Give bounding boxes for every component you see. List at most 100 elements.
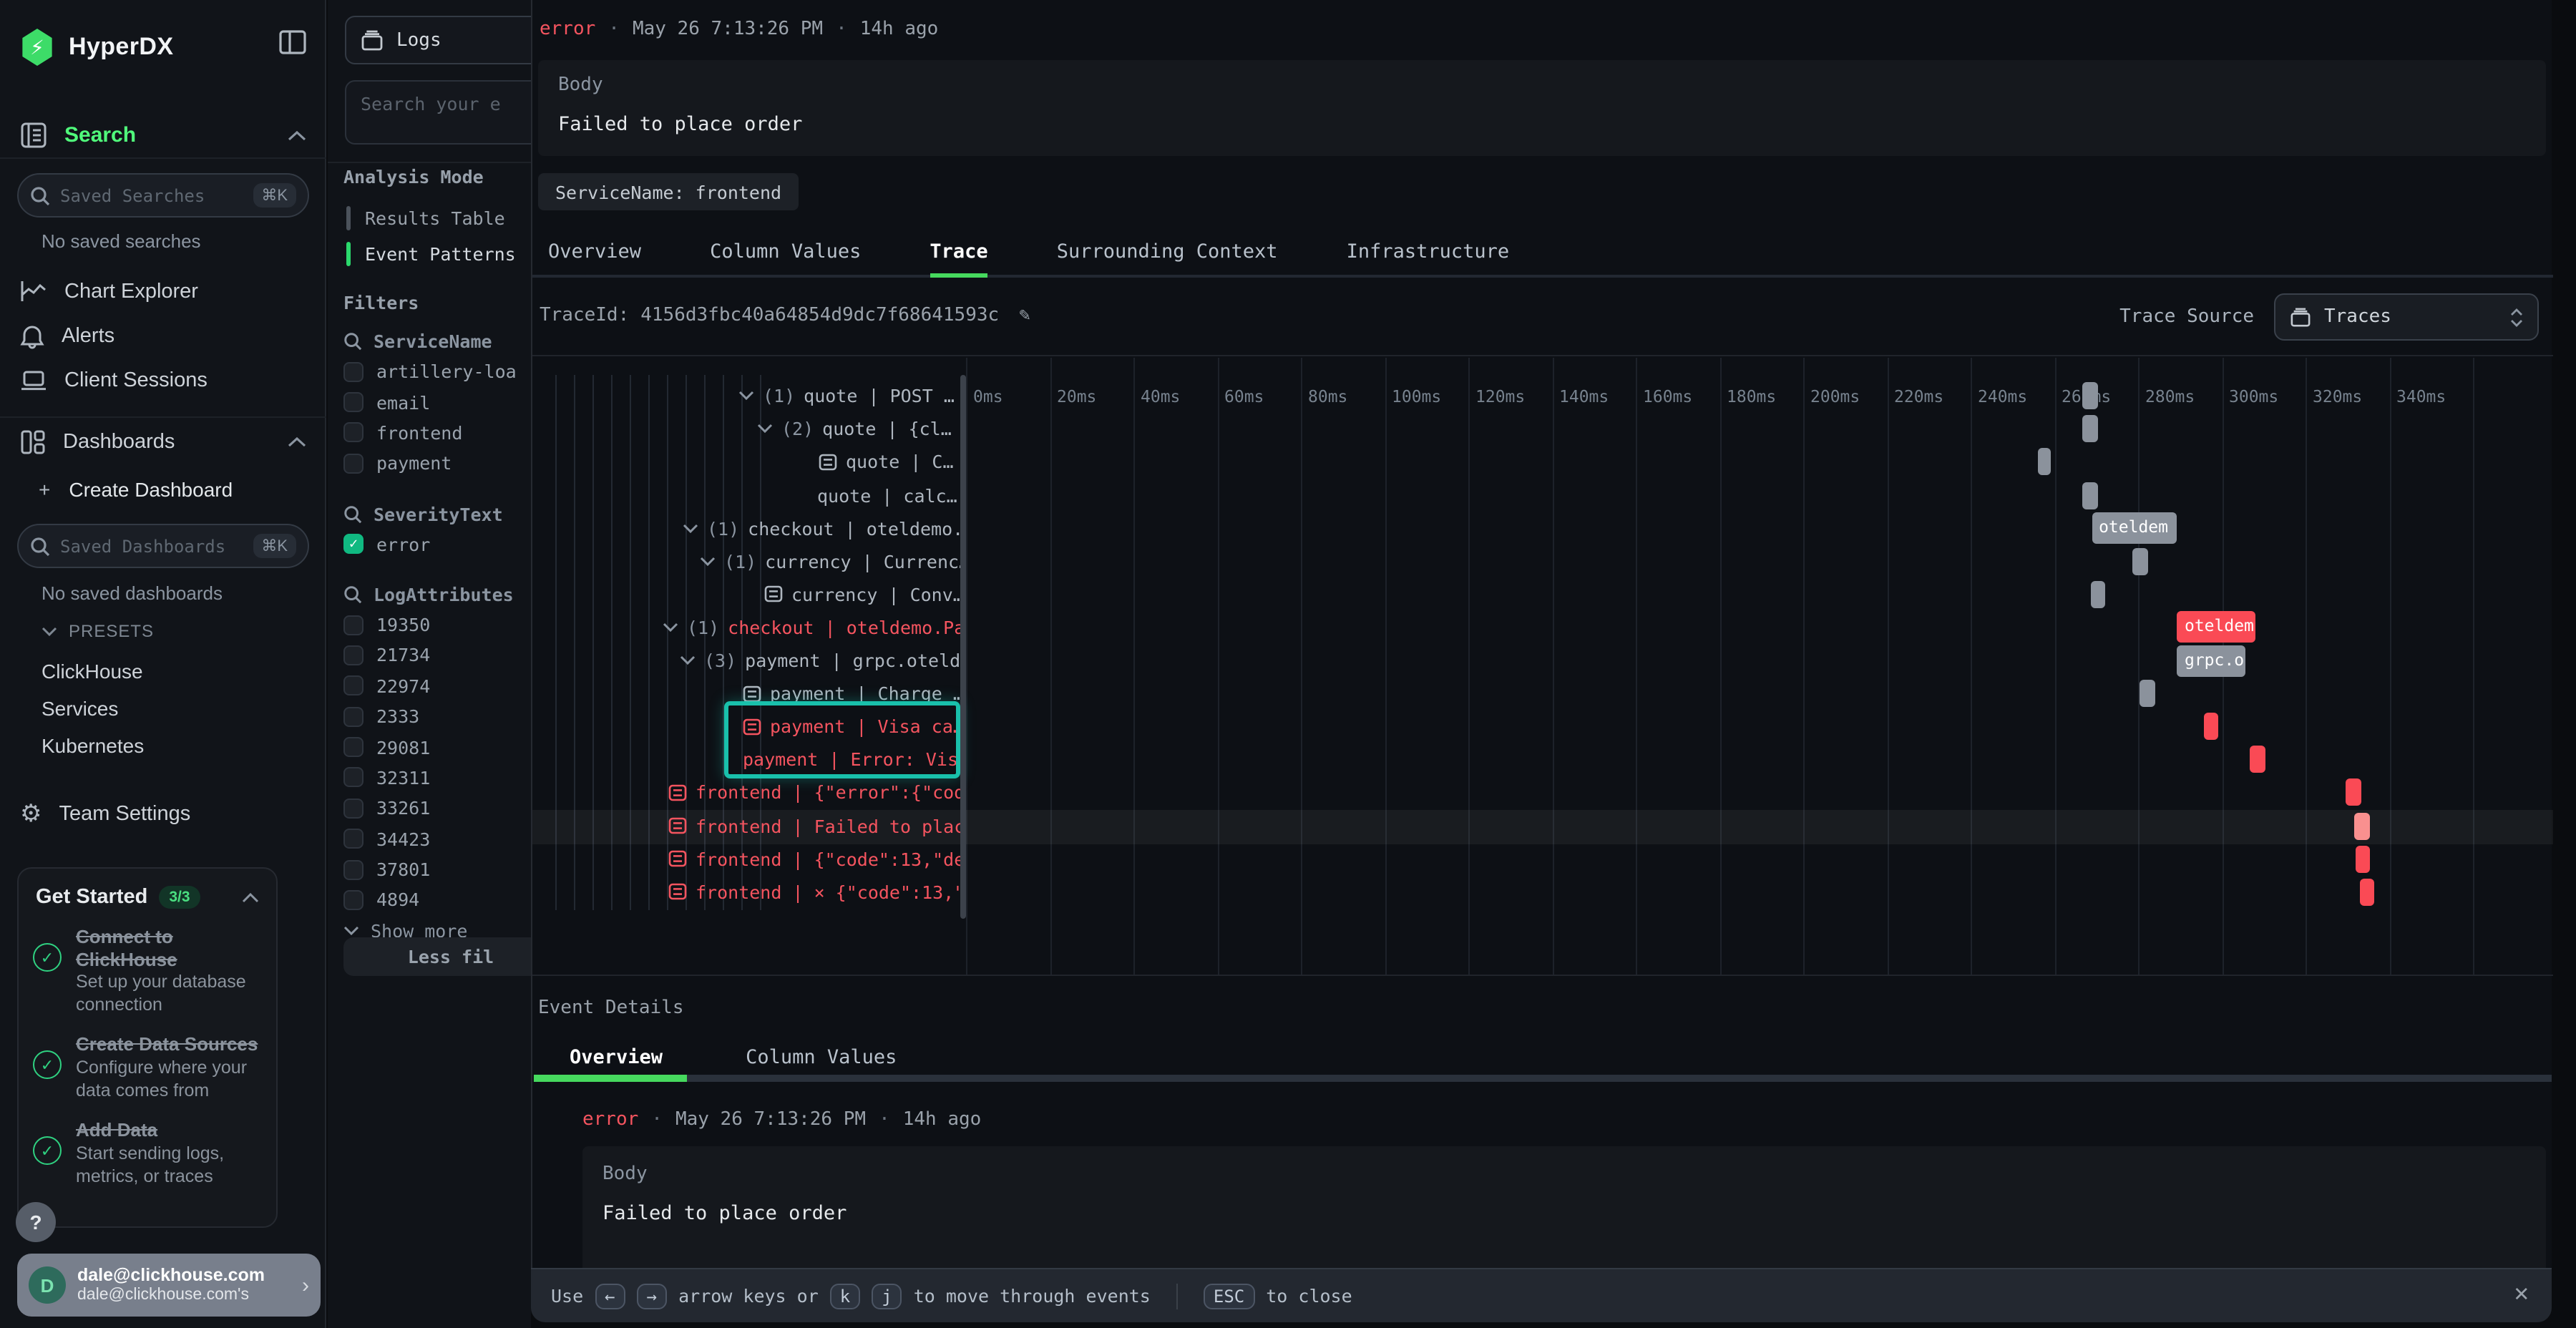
span-bar[interactable] [2132, 547, 2148, 575]
get-started-header[interactable]: Get Started 3/3 [19, 869, 276, 914]
span-bar[interactable] [2360, 878, 2374, 905]
span-bar[interactable] [2203, 713, 2219, 740]
user-menu[interactable]: D dale@clickhouse.com dale@clickhouse.co… [17, 1254, 321, 1317]
span-row[interactable]: (1)checkout | oteldemo.Pa… [532, 611, 965, 644]
span-row[interactable]: (1)quote | POST … [532, 379, 965, 412]
checkbox[interactable] [343, 361, 364, 381]
filter-option-artillery-loa[interactable]: artillery-loa [343, 356, 531, 387]
span-row[interactable]: frontend | Failed to place… [532, 809, 965, 842]
tree-scrollbar[interactable] [960, 375, 966, 919]
span-bar[interactable] [2355, 845, 2370, 872]
search-query-input[interactable]: Search your e [345, 80, 560, 145]
saved-searches-input[interactable]: Saved Searches ⌘K [17, 173, 309, 218]
filter-option-22974[interactable]: 22974 [343, 670, 531, 701]
span-row[interactable]: frontend | × {"code":13,"d… [532, 875, 965, 908]
key-k[interactable]: k [830, 1283, 860, 1309]
service-name-tag[interactable]: ServiceName: frontend [538, 173, 799, 210]
span-row[interactable]: quote | calc… [532, 479, 965, 512]
span-row[interactable]: frontend | {"error":{"code… [532, 776, 965, 809]
chevron-down-icon[interactable] [700, 556, 716, 566]
filter-option-34423[interactable]: 34423 [343, 824, 531, 854]
checkbox[interactable] [343, 829, 364, 849]
span-bar[interactable] [2354, 812, 2370, 839]
tab-surrounding-context[interactable]: Surrounding Context [1057, 229, 1278, 275]
key-arrow-left[interactable]: ← [595, 1283, 625, 1309]
filter-option-21734[interactable]: 21734 [343, 640, 531, 671]
filter-option-32311[interactable]: 32311 [343, 763, 531, 794]
trace-source-select[interactable]: Traces [2274, 293, 2539, 341]
sidebar-item-search[interactable]: Search [0, 112, 326, 159]
tab-infrastructure[interactable]: Infrastructure [1347, 229, 1510, 275]
sidebar-item-chart-explorer[interactable]: Chart Explorer [0, 269, 326, 313]
event-details-tab-overview[interactable]: Overview [570, 1039, 663, 1076]
checkbox[interactable] [343, 676, 364, 696]
span-bar[interactable]: oteldem [2092, 512, 2176, 544]
checkbox[interactable] [343, 768, 364, 788]
get-started-item[interactable]: ✓Create Data SourcesConfigure where your… [19, 1022, 276, 1108]
filter-option-19350[interactable]: 19350 [343, 610, 531, 640]
chevron-up-icon[interactable] [242, 892, 259, 902]
filter-option-email[interactable]: email [343, 387, 531, 418]
chevron-down-icon[interactable] [738, 391, 754, 401]
span-bar[interactable] [2082, 416, 2097, 443]
span-row[interactable]: currency | Conv… [532, 578, 965, 611]
span-row[interactable]: quote | C… [532, 446, 965, 479]
checkbox[interactable] [343, 423, 364, 443]
span-row[interactable]: frontend | {"code":13,"det… [532, 842, 965, 875]
event-details-tab-column-values[interactable]: Column Values [746, 1039, 897, 1076]
close-icon[interactable]: ✕ [2514, 1282, 2529, 1307]
filter-option-frontend[interactable]: frontend [343, 418, 531, 449]
chevron-down-icon[interactable] [680, 655, 696, 665]
filter-option-4894[interactable]: 4894 [343, 885, 531, 916]
chevron-up-icon[interactable] [288, 130, 306, 141]
filter-option-error[interactable]: ✓error [343, 529, 531, 560]
preset-clickhouse[interactable]: ClickHouse [42, 653, 313, 690]
filter-group-header-LogAttributes[interactable]: LogAttributes [343, 580, 531, 610]
span-row[interactable]: (2)quote | {cl… [532, 413, 965, 446]
checkbox[interactable] [343, 890, 364, 910]
span-bar[interactable] [2039, 449, 2051, 476]
help-button[interactable]: ? [16, 1202, 56, 1242]
span-bar[interactable] [2082, 382, 2097, 409]
filter-option-37801[interactable]: 37801 [343, 854, 531, 885]
presets-toggle[interactable]: PRESETS [42, 621, 154, 641]
filter-group-header-ServiceName[interactable]: ServiceName [343, 326, 531, 356]
span-bar[interactable] [2090, 581, 2106, 608]
checkbox[interactable] [343, 454, 364, 474]
key-arrow-right[interactable]: → [637, 1283, 667, 1309]
span-bar[interactable] [2082, 482, 2097, 509]
sidebar-collapse-icon[interactable] [279, 30, 306, 54]
span-row[interactable]: (3)payment | grpc.oteld… [532, 644, 965, 677]
chevron-down-icon[interactable] [757, 424, 773, 434]
checkbox[interactable] [343, 645, 364, 665]
sidebar-item-client-sessions[interactable]: Client Sessions [0, 359, 326, 402]
filter-option-2333[interactable]: 2333 [343, 701, 531, 732]
edit-pencil-icon[interactable]: ✎ [1019, 305, 1030, 326]
key-esc[interactable]: ESC [1204, 1283, 1254, 1309]
filter-option-33261[interactable]: 33261 [343, 793, 531, 824]
sidebar-item-dashboards[interactable]: Dashboards [0, 419, 326, 465]
checkbox[interactable] [343, 737, 364, 757]
filter-option-29081[interactable]: 29081 [343, 732, 531, 763]
sidebar-item-team-settings[interactable]: ⚙ Team Settings [0, 790, 326, 839]
checkbox[interactable]: ✓ [343, 534, 364, 554]
tab-column-values[interactable]: Column Values [710, 229, 861, 275]
span-row[interactable]: payment | Visa ca… [532, 710, 965, 743]
span-row[interactable]: payment | Charge … [532, 677, 965, 710]
span-row[interactable]: (1)currency | Currenc… [532, 545, 965, 577]
checkbox[interactable] [343, 799, 364, 819]
get-started-item[interactable]: ✓Add DataStart sending logs, metrics, or… [19, 1108, 276, 1194]
span-bar[interactable] [2346, 779, 2362, 806]
chevron-up-icon[interactable] [288, 436, 306, 448]
preset-services[interactable]: Services [42, 690, 313, 727]
span-row[interactable]: (1)checkout | oteldemo.… [532, 512, 965, 545]
create-dashboard-button[interactable]: + Create Dashboard [39, 478, 233, 501]
span-bar[interactable]: grpc.o [2177, 645, 2246, 676]
preset-kubernetes[interactable]: Kubernetes [42, 727, 313, 764]
less-filters-button[interactable]: Less fil [343, 937, 558, 976]
filter-option-payment[interactable]: payment [343, 448, 531, 479]
tab-overview[interactable]: Overview [548, 229, 641, 275]
key-j[interactable]: j [872, 1283, 902, 1309]
analysis-mode-event-patterns[interactable]: Event Patterns [346, 236, 530, 272]
span-bar[interactable] [2140, 680, 2155, 707]
